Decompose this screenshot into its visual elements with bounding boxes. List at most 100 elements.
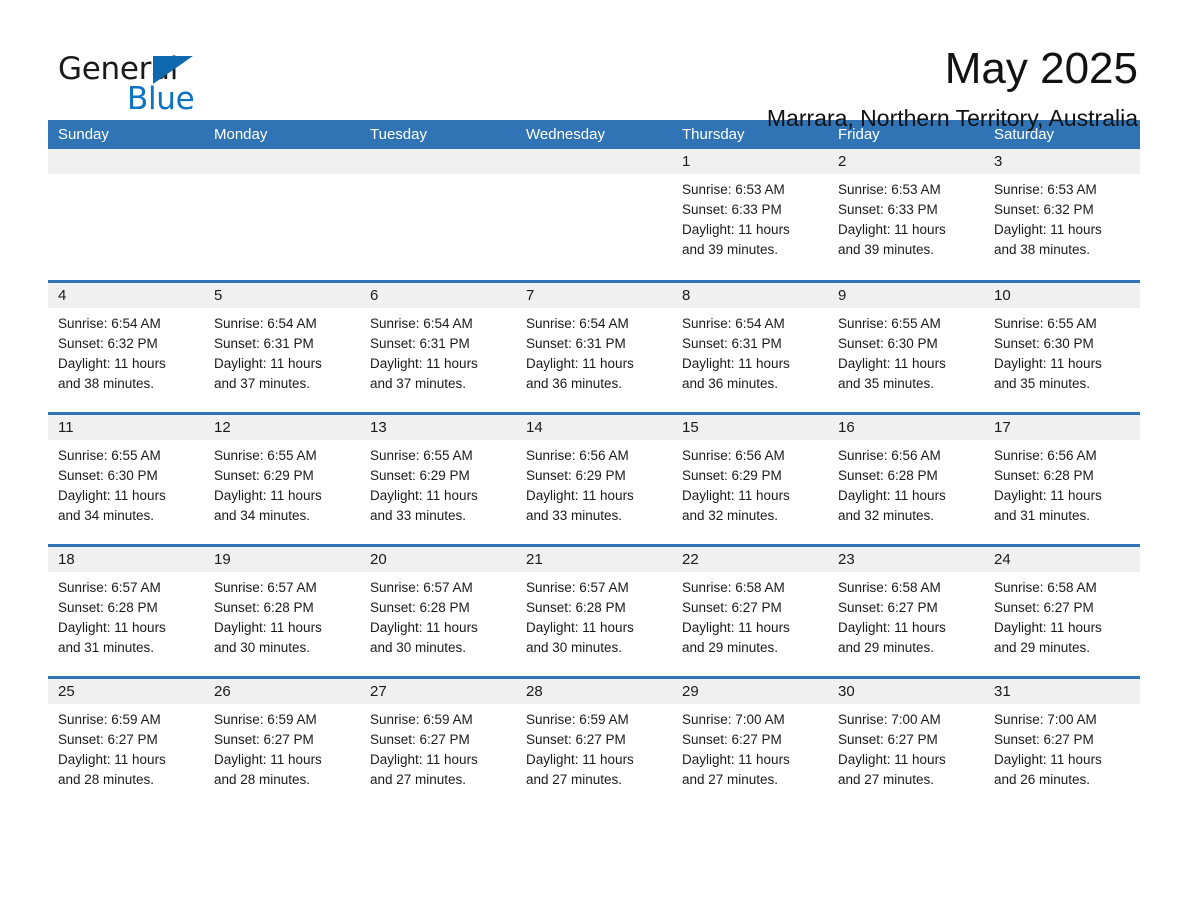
daylight-duration-line2: and 27 minutes. — [838, 772, 935, 787]
calendar-day-cell[interactable]: 7 Sunrise: 6:54 AM Sunset: 6:31 PM Daylight… — [516, 283, 672, 412]
sunset-time: Sunset: 6:29 PM — [526, 468, 626, 483]
daylight-duration-line1: Daylight: 11 hours — [58, 752, 166, 767]
calendar-day-cell[interactable]: 15 Sunrise: 6:56 AM Sunset: 6:29 PM Dayligh… — [672, 415, 828, 544]
day-number: 6 — [360, 283, 516, 308]
calendar-day-cell[interactable]: 25 Sunrise: 6:59 AM Sunset: 6:27 PM Dayligh… — [48, 679, 204, 808]
day-number — [204, 149, 360, 174]
weekday-header-friday: Friday — [838, 126, 880, 143]
calendar-day-cell-empty — [516, 149, 672, 280]
daylight-duration-line2: and 36 minutes. — [526, 376, 623, 391]
day-details: Sunrise: 6:57 AM Sunset: 6:28 PM Daylight:… — [516, 572, 672, 658]
logo-text-blue: Blue — [127, 81, 195, 117]
calendar-day-cell[interactable]: 24 Sunrise: 6:58 AM Sunset: 6:27 PM Dayligh… — [984, 547, 1140, 676]
daylight-duration-line2: and 32 minutes. — [682, 508, 779, 523]
sunrise-time: Sunrise: 6:54 AM — [682, 316, 785, 331]
daylight-duration-line1: Daylight: 11 hours — [994, 752, 1102, 767]
calendar-weeks: 1 Sunrise: 6:53 AM Sunset: 6:33 PM Daylight… — [48, 149, 1140, 808]
calendar-day-cell[interactable]: 23 Sunrise: 6:58 AM Sunset: 6:27 PM Dayligh… — [828, 547, 984, 676]
sunrise-time: Sunrise: 6:55 AM — [994, 316, 1097, 331]
calendar-day-cell[interactable]: 20 Sunrise: 6:57 AM Sunset: 6:28 PM Dayligh… — [360, 547, 516, 676]
weekday-header-wednesday: Wednesday — [526, 126, 605, 143]
daylight-duration-line2: and 28 minutes. — [58, 772, 155, 787]
calendar-day-cell[interactable]: 3 Sunrise: 6:53 AM Sunset: 6:32 PM Daylight… — [984, 149, 1140, 280]
day-number: 28 — [516, 679, 672, 704]
calendar-grid: Sunday Monday Tuesday Wednesday Thursday… — [48, 120, 1140, 808]
day-details: Sunrise: 6:57 AM Sunset: 6:28 PM Daylight:… — [48, 572, 204, 658]
calendar-day-cell[interactable]: 22 Sunrise: 6:58 AM Sunset: 6:27 PM Dayligh… — [672, 547, 828, 676]
calendar-day-cell[interactable]: 5 Sunrise: 6:54 AM Sunset: 6:31 PM Daylight… — [204, 283, 360, 412]
day-details: Sunrise: 6:56 AM Sunset: 6:29 PM Daylight:… — [516, 440, 672, 526]
daylight-duration-line1: Daylight: 11 hours — [838, 620, 946, 635]
calendar-day-cell[interactable]: 18 Sunrise: 6:57 AM Sunset: 6:28 PM Dayligh… — [48, 547, 204, 676]
calendar-day-cell[interactable]: 9 Sunrise: 6:55 AM Sunset: 6:30 PM Daylight… — [828, 283, 984, 412]
calendar-day-cell[interactable]: 19 Sunrise: 6:57 AM Sunset: 6:28 PM Dayligh… — [204, 547, 360, 676]
sunrise-time: Sunrise: 6:53 AM — [838, 182, 941, 197]
sunset-time: Sunset: 6:31 PM — [214, 336, 314, 351]
calendar-day-cell[interactable]: 6 Sunrise: 6:54 AM Sunset: 6:31 PM Daylight… — [360, 283, 516, 412]
sunrise-time: Sunrise: 6:53 AM — [994, 182, 1097, 197]
day-details: Sunrise: 6:55 AM Sunset: 6:30 PM Daylight:… — [828, 308, 984, 394]
calendar-week-row: 18 Sunrise: 6:57 AM Sunset: 6:28 PM Dayligh… — [48, 544, 1140, 676]
sunrise-time: Sunrise: 6:55 AM — [838, 316, 941, 331]
day-details: Sunrise: 6:53 AM Sunset: 6:32 PM Daylight:… — [984, 174, 1140, 260]
calendar-day-cell[interactable]: 31 Sunrise: 7:00 AM Sunset: 6:27 PM Dayligh… — [984, 679, 1140, 808]
day-number: 7 — [516, 283, 672, 308]
calendar-day-cell[interactable]: 26 Sunrise: 6:59 AM Sunset: 6:27 PM Dayligh… — [204, 679, 360, 808]
day-details: Sunrise: 6:55 AM Sunset: 6:29 PM Daylight:… — [204, 440, 360, 526]
weekday-header-sunday: Sunday — [58, 126, 109, 143]
calendar-day-cell[interactable]: 10 Sunrise: 6:55 AM Sunset: 6:30 PM Dayligh… — [984, 283, 1140, 412]
daylight-duration-line1: Daylight: 11 hours — [370, 620, 478, 635]
day-details: Sunrise: 7:00 AM Sunset: 6:27 PM Daylight:… — [984, 704, 1140, 790]
calendar-day-cell[interactable]: 1 Sunrise: 6:53 AM Sunset: 6:33 PM Daylight… — [672, 149, 828, 280]
calendar-day-cell[interactable]: 30 Sunrise: 7:00 AM Sunset: 6:27 PM Dayligh… — [828, 679, 984, 808]
calendar-day-cell[interactable]: 21 Sunrise: 6:57 AM Sunset: 6:28 PM Dayligh… — [516, 547, 672, 676]
day-number — [516, 149, 672, 174]
sunrise-time: Sunrise: 7:00 AM — [994, 712, 1097, 727]
day-number: 5 — [204, 283, 360, 308]
day-details: Sunrise: 6:54 AM Sunset: 6:32 PM Daylight:… — [48, 308, 204, 394]
daylight-duration-line2: and 38 minutes. — [58, 376, 155, 391]
sunrise-time: Sunrise: 6:59 AM — [214, 712, 317, 727]
day-details: Sunrise: 6:59 AM Sunset: 6:27 PM Daylight:… — [360, 704, 516, 790]
calendar-day-cell[interactable]: 12 Sunrise: 6:55 AM Sunset: 6:29 PM Dayligh… — [204, 415, 360, 544]
calendar-day-cell[interactable]: 2 Sunrise: 6:53 AM Sunset: 6:33 PM Daylight… — [828, 149, 984, 280]
calendar-day-cell[interactable]: 17 Sunrise: 6:56 AM Sunset: 6:28 PM Dayligh… — [984, 415, 1140, 544]
day-details: Sunrise: 6:54 AM Sunset: 6:31 PM Daylight:… — [516, 308, 672, 394]
calendar-day-cell[interactable]: 8 Sunrise: 6:54 AM Sunset: 6:31 PM Daylight… — [672, 283, 828, 412]
sunset-time: Sunset: 6:31 PM — [526, 336, 626, 351]
daylight-duration-line1: Daylight: 11 hours — [214, 488, 322, 503]
calendar-day-cell[interactable]: 29 Sunrise: 7:00 AM Sunset: 6:27 PM Dayligh… — [672, 679, 828, 808]
day-number: 11 — [48, 415, 204, 440]
daylight-duration-line2: and 30 minutes. — [214, 640, 311, 655]
sunset-time: Sunset: 6:32 PM — [58, 336, 158, 351]
day-details: Sunrise: 6:55 AM Sunset: 6:30 PM Daylight:… — [48, 440, 204, 526]
calendar-day-cell[interactable]: 28 Sunrise: 6:59 AM Sunset: 6:27 PM Dayligh… — [516, 679, 672, 808]
daylight-duration-line2: and 27 minutes. — [370, 772, 467, 787]
sunset-time: Sunset: 6:27 PM — [838, 600, 938, 615]
day-details: Sunrise: 6:53 AM Sunset: 6:33 PM Daylight:… — [672, 174, 828, 260]
calendar-week-row: 1 Sunrise: 6:53 AM Sunset: 6:33 PM Daylight… — [48, 149, 1140, 280]
sunrise-time: Sunrise: 6:57 AM — [58, 580, 161, 595]
calendar-day-cell[interactable]: 27 Sunrise: 6:59 AM Sunset: 6:27 PM Dayligh… — [360, 679, 516, 808]
calendar-day-cell[interactable]: 13 Sunrise: 6:55 AM Sunset: 6:29 PM Dayligh… — [360, 415, 516, 544]
day-number: 13 — [360, 415, 516, 440]
day-number — [48, 149, 204, 174]
daylight-duration-line2: and 29 minutes. — [994, 640, 1091, 655]
sunrise-time: Sunrise: 6:55 AM — [370, 448, 473, 463]
day-number: 23 — [828, 547, 984, 572]
sunrise-time: Sunrise: 6:58 AM — [682, 580, 785, 595]
day-details: Sunrise: 6:57 AM Sunset: 6:28 PM Daylight:… — [360, 572, 516, 658]
sunset-time: Sunset: 6:27 PM — [214, 732, 314, 747]
sunset-time: Sunset: 6:27 PM — [58, 732, 158, 747]
day-number: 31 — [984, 679, 1140, 704]
calendar-day-cell[interactable]: 14 Sunrise: 6:56 AM Sunset: 6:29 PM Dayligh… — [516, 415, 672, 544]
general-blue-logo[interactable]: General Blue — [48, 44, 198, 117]
daylight-duration-line1: Daylight: 11 hours — [58, 488, 166, 503]
calendar-day-cell[interactable]: 11 Sunrise: 6:55 AM Sunset: 6:30 PM Dayligh… — [48, 415, 204, 544]
sunset-time: Sunset: 6:32 PM — [994, 202, 1094, 217]
calendar-day-cell[interactable]: 16 Sunrise: 6:56 AM Sunset: 6:28 PM Dayligh… — [828, 415, 984, 544]
daylight-duration-line1: Daylight: 11 hours — [838, 752, 946, 767]
calendar-day-cell-empty — [48, 149, 204, 280]
daylight-duration-line2: and 33 minutes. — [370, 508, 467, 523]
calendar-day-cell[interactable]: 4 Sunrise: 6:54 AM Sunset: 6:32 PM Daylight… — [48, 283, 204, 412]
